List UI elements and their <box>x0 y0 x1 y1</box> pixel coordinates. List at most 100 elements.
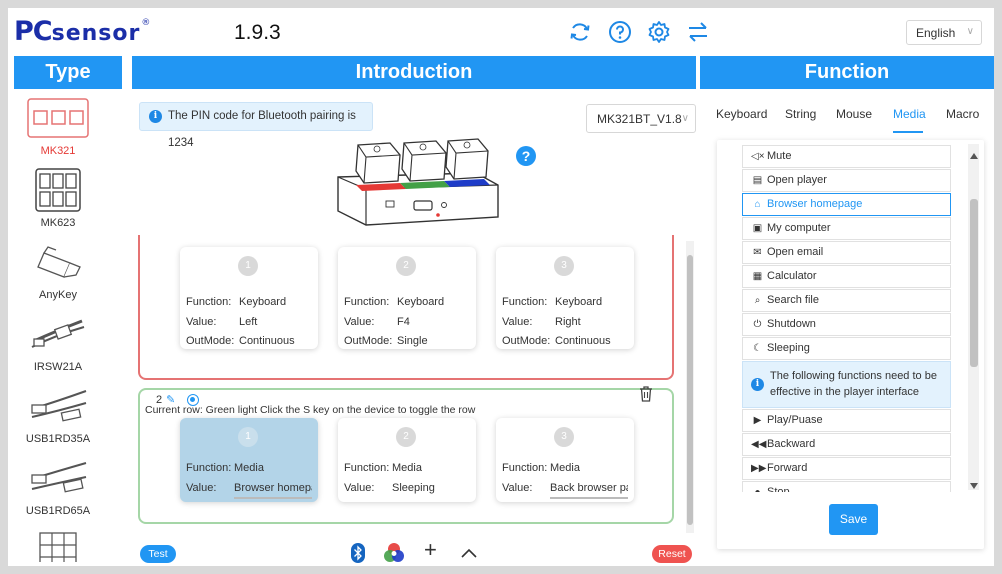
test-button[interactable]: Test <box>140 545 176 563</box>
play-icon: ▶ <box>753 415 762 426</box>
swap-icon[interactable] <box>686 20 710 44</box>
key-card[interactable]: 2 Function: Media Value: Sleeping <box>338 418 476 502</box>
type-label: USB1RD65A <box>25 505 91 517</box>
stop-icon: ● <box>751 482 764 492</box>
function-item-label: Forward <box>767 462 808 474</box>
mute-icon: ◁× <box>751 151 765 162</box>
function-item-label: Shutdown <box>767 318 816 330</box>
tab-media[interactable]: Media <box>893 107 926 121</box>
function-item[interactable]: ●Stop <box>742 481 951 492</box>
home-icon: ⌂ <box>754 199 761 210</box>
function-item[interactable]: ⌕ Search file <box>742 289 951 312</box>
email-icon: ✉ <box>753 247 762 258</box>
function-scrollbar-thumb[interactable] <box>970 199 978 367</box>
tab-mouse[interactable]: Mouse <box>836 107 872 121</box>
key-number-badge: 1 <box>238 256 258 276</box>
key-number-badge: 2 <box>396 256 416 276</box>
type-item-more[interactable] <box>14 525 102 562</box>
player-note-banner: i The following functions need to be effe… <box>742 361 951 408</box>
function-item[interactable]: ◁× Mute <box>742 145 951 168</box>
function-item-label: Backward <box>767 438 816 450</box>
key-rows-area: 1 Function: Keyboard Value: Left OutMode: C… <box>138 235 683 527</box>
help-icon[interactable]: ? <box>516 146 536 166</box>
keys-scrollbar-thumb[interactable] <box>687 255 693 525</box>
row-description: Current row: Green light Click the S key… <box>145 404 476 416</box>
usb1rd35a-device-image <box>31 390 87 422</box>
function-panel-title: Function <box>700 56 994 89</box>
media-function-panel: ◁× Mute ▤ Open player ⌂ Browser homepage ▣ My c… <box>717 140 984 549</box>
function-item[interactable]: ▶▶Forward <box>742 457 951 480</box>
function-item-label: Browser homepage <box>767 198 863 210</box>
forward-icon: ▶▶ <box>751 463 767 474</box>
type-item-anykey[interactable]: AnyKey <box>14 239 102 301</box>
type-item-irsw21a[interactable]: IRSW21A <box>14 311 102 373</box>
chevron-down-icon: ∨ <box>966 26 974 37</box>
key-card[interactable]: 2 Function: Keyboard Value: F4 OutMode: Sin… <box>338 247 476 349</box>
reset-button[interactable]: Reset <box>652 545 692 563</box>
rgb-light-icon[interactable] <box>383 542 405 564</box>
function-item-label: Sleeping <box>767 342 810 354</box>
tab-string[interactable]: String <box>785 107 816 121</box>
type-item-mk321[interactable]: MK321 <box>14 95 102 157</box>
function-item-label: Open player <box>767 174 827 186</box>
tab-macro[interactable]: Macro <box>946 107 979 121</box>
function-tabs: Keyboard String Mouse Media Macro <box>708 89 994 135</box>
add-row-icon[interactable]: + <box>424 539 437 561</box>
function-item-label: My computer <box>767 222 831 234</box>
type-item-usb1rd35a[interactable]: USB1RD35A <box>14 383 102 445</box>
key-card-selected[interactable]: 1 Function: Media Value: Browser homepa <box>180 418 318 502</box>
scroll-down-arrow-icon[interactable] <box>970 483 978 489</box>
function-item[interactable]: ✉ Open email <box>742 241 951 264</box>
function-item[interactable]: ▤ Open player <box>742 169 951 192</box>
help-circle-icon[interactable] <box>608 20 632 44</box>
save-button[interactable]: Save <box>829 504 878 535</box>
backward-icon: ◀◀ <box>751 439 767 450</box>
bluetooth-icon[interactable] <box>351 543 365 563</box>
function-item-label: Search file <box>767 294 819 306</box>
collapse-up-icon[interactable] <box>461 547 477 559</box>
delete-row-icon[interactable] <box>638 385 654 403</box>
key-row-2[interactable]: 2 ✎ Current row: Green light Click the S… <box>138 385 674 524</box>
search-icon: ⌕ <box>754 295 761 306</box>
key-row-1[interactable]: 1 Function: Keyboard Value: Left OutMode: C… <box>138 235 674 380</box>
function-item[interactable]: ⏻ Shutdown <box>742 313 951 336</box>
refresh-icon[interactable] <box>568 20 592 44</box>
function-item[interactable]: ◀◀Backward <box>742 433 951 456</box>
type-item-usb1rd65a[interactable]: USB1RD65A <box>14 455 102 517</box>
function-item[interactable]: ⌂ Browser homepage <box>742 193 951 216</box>
type-label: IRSW21A <box>33 361 83 373</box>
version-label: 1.9.3 <box>234 21 281 44</box>
function-item[interactable]: ▣ My computer <box>742 217 951 240</box>
media-function-list: ◁× Mute ▤ Open player ⌂ Browser homepage ▣ My c… <box>742 140 952 492</box>
mk321-device-image <box>27 98 89 138</box>
function-item[interactable]: ▦ Calculator <box>742 265 951 288</box>
function-item-label: Open email <box>767 246 824 258</box>
introduction-panel-title: Introduction <box>132 56 696 89</box>
type-label: AnyKey <box>39 289 77 301</box>
usb1rd65a-device-image <box>31 462 87 493</box>
mk623-device-image <box>35 168 81 212</box>
keypad-device-image <box>39 532 77 562</box>
key-card[interactable]: 3 Function: Keyboard Value: Right OutMode:… <box>496 247 634 349</box>
power-icon: ⏻ <box>753 319 762 330</box>
key-card[interactable]: 1 Function: Keyboard Value: Left OutMode: C… <box>180 247 318 349</box>
type-panel-title: Type <box>14 56 122 89</box>
irsw21a-device-image <box>31 319 85 348</box>
key-number-badge: 3 <box>554 427 574 447</box>
language-select[interactable]: English ∨ <box>906 20 982 45</box>
model-select[interactable]: MK321BT_V1.8 ∨ <box>586 104 696 133</box>
function-item-label: Calculator <box>767 270 817 282</box>
key-number-badge: 2 <box>396 427 416 447</box>
type-label: MK623 <box>40 217 76 229</box>
scroll-up-arrow-icon[interactable] <box>970 153 978 159</box>
key-card[interactable]: 3 Function: Media Value: Back browser pa <box>496 418 634 502</box>
info-icon: i <box>751 378 764 391</box>
function-item[interactable]: ☾ Sleeping <box>742 337 951 360</box>
type-item-mk623[interactable]: MK623 <box>14 167 102 229</box>
function-item[interactable]: ▶ Play/Puase <box>742 409 951 432</box>
gear-icon[interactable] <box>647 20 671 44</box>
pin-info-banner: i The PIN code for Bluetooth pairing is … <box>139 102 373 149</box>
tab-keyboard[interactable]: Keyboard <box>716 107 767 121</box>
player-icon: ▤ <box>752 175 763 186</box>
type-label: USB1RD35A <box>25 433 91 445</box>
